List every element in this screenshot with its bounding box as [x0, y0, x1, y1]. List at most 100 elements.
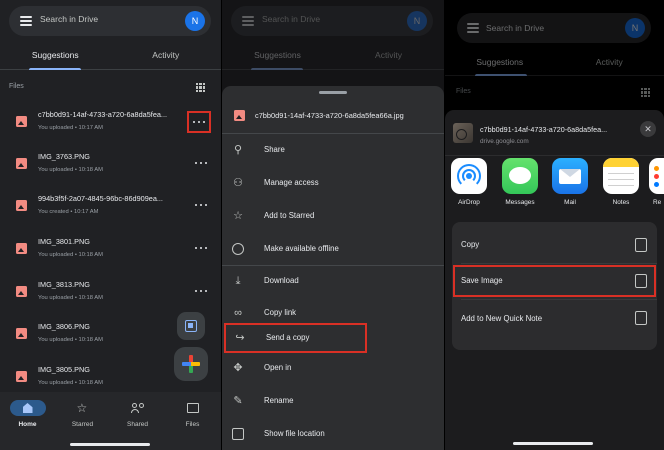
folder-icon [232, 428, 244, 440]
download-icon: ⤓ [235, 275, 241, 287]
file-name: 994b3f5f-2a07-4845-96bc-86d909ea... [38, 194, 163, 203]
menu-add-to-starred[interactable]: ☆ Add to Starred [222, 201, 444, 231]
menu-rename[interactable]: ✎ Rename [222, 386, 444, 416]
more-options-icon[interactable] [195, 157, 207, 169]
star-icon: ☆ [233, 210, 243, 222]
new-button[interactable] [174, 347, 208, 381]
file-row[interactable]: IMG_3763.PNG You uploaded • 10:18 AM [0, 143, 221, 185]
more-options-icon[interactable] [195, 199, 207, 211]
menu-manage-access[interactable]: ⚇ Manage access [222, 168, 444, 198]
file-name: IMG_3801.PNG [38, 237, 90, 246]
file-row[interactable]: IMG_3801.PNG You uploaded • 10:18 AM [0, 228, 221, 270]
star-icon: ☆ [76, 401, 88, 415]
menu-label: Share [264, 145, 285, 154]
app-label: AirDrop [458, 199, 480, 206]
search-input[interactable]: Search in Drive [40, 14, 98, 24]
share-app-airdrop[interactable]: AirDrop [450, 158, 488, 206]
file-row[interactable]: 994b3f5f-2a07-4845-96bc-86d909ea... You … [0, 185, 221, 227]
menu-open-in[interactable]: ✥ Open in [222, 353, 444, 383]
scan-icon [185, 320, 197, 332]
app-label: Re [653, 199, 662, 206]
file-row[interactable]: c7bb0d91-14af-4733-a720-6a8da5fea... You… [0, 101, 221, 143]
file-meta: You uploaded • 10:18 AM [38, 252, 103, 258]
file-meta: You uploaded • 10:18 AM [38, 380, 103, 386]
share-app-reminders[interactable]: Re [648, 158, 664, 206]
menu-icon[interactable] [20, 16, 32, 26]
action-copy[interactable]: Copy [452, 229, 657, 261]
action-add-quick-note[interactable]: Add to New Quick Note [452, 300, 657, 332]
menu-label: Download [264, 276, 299, 285]
tab-suggestions[interactable]: Suggestions [0, 50, 111, 60]
menu-icon [467, 23, 479, 33]
menu-make-offline[interactable]: Make available offline [222, 234, 444, 264]
menu-share[interactable]: ⚲ Share [222, 135, 444, 165]
divider [445, 155, 664, 156]
nav-files[interactable]: Files [165, 400, 220, 428]
nav-starred[interactable]: ☆ Starred [55, 400, 110, 428]
active-tab-indicator [29, 68, 81, 70]
search-input: Search in Drive [486, 23, 545, 33]
file-meta: You uploaded • 10:18 AM [38, 337, 103, 343]
action-save-image[interactable]: Save Image [452, 264, 657, 298]
ios-share-screen: Search in Drive N Suggestions Activity F… [445, 0, 664, 450]
copy-icon [635, 238, 647, 252]
share-file-name: c7bb0d91-14af-4733-a720-6a8da5fea... [480, 125, 608, 134]
menu-send-a-copy[interactable]: ↪ Send a copy [224, 323, 367, 353]
menu-label: Add to Starred [264, 211, 315, 220]
avatar: N [407, 11, 427, 31]
tab-bar: Suggestions Activity [445, 52, 664, 76]
nav-home[interactable]: Home [0, 400, 55, 428]
sheet-file-title: c7bb0d91-14af-4733-a720-6a8da5fea66a.jpg [255, 111, 404, 120]
file-meta: You created • 10:17 AM [38, 209, 99, 215]
share-app-notes[interactable]: Notes [602, 158, 640, 206]
search-input: Search in Drive [262, 14, 321, 24]
home-indicator [513, 442, 593, 445]
menu-show-file-location[interactable]: Show file location [222, 419, 444, 449]
file-meta: You uploaded • 10:18 AM [38, 295, 103, 301]
airdrop-icon [451, 158, 487, 194]
bottom-navigation: Home ☆ Starred Shared Files [0, 392, 221, 450]
image-file-icon [16, 200, 27, 211]
messages-icon [502, 158, 538, 194]
open-in-icon: ✥ [233, 362, 243, 374]
drive-options-screen: Search in Drive N Suggestions Activity c… [222, 0, 444, 450]
more-options-icon[interactable] [195, 285, 207, 297]
search-bar[interactable]: Search in Drive N [9, 6, 211, 36]
file-row[interactable]: IMG_3813.PNG You uploaded • 10:18 AM [0, 271, 221, 313]
share-app-mail[interactable]: Mail [551, 158, 589, 206]
nav-label: Starred [71, 421, 94, 428]
grid-view-icon[interactable] [196, 83, 205, 92]
app-label: Messages [505, 199, 535, 206]
avatar[interactable]: N [185, 11, 205, 31]
image-file-icon [234, 110, 245, 121]
nav-shared[interactable]: Shared [110, 400, 165, 428]
more-options-icon[interactable] [187, 111, 211, 133]
share-sheet: c7bb0d91-14af-4733-a720-6a8da5fea... dri… [445, 110, 664, 450]
file-name: IMG_3813.PNG [38, 280, 90, 289]
file-name: c7bb0d91-14af-4733-a720-6a8da5fea... [38, 110, 168, 119]
action-label: Save Image [461, 276, 503, 285]
tab-activity[interactable]: Activity [111, 50, 222, 60]
notes-icon [603, 158, 639, 194]
action-label: Add to New Quick Note [461, 314, 543, 323]
menu-label: Open in [264, 363, 292, 372]
close-icon[interactable]: ✕ [640, 121, 656, 137]
home-icon [22, 403, 33, 413]
image-file-icon [16, 286, 27, 297]
drag-handle[interactable] [319, 91, 347, 94]
pencil-icon: ✎ [233, 395, 243, 407]
tab-bar: Suggestions Activity [222, 42, 444, 70]
search-bar: Search in Drive N [231, 6, 433, 36]
action-label: Copy [461, 240, 480, 249]
share-app-messages[interactable]: Messages [501, 158, 539, 206]
menu-download[interactable]: ⤓ Download [222, 266, 444, 296]
offline-check-icon [232, 243, 244, 255]
more-options-icon[interactable] [195, 242, 207, 254]
people-icon [130, 403, 145, 413]
tab-suggestions: Suggestions [254, 50, 301, 60]
file-thumbnail [453, 123, 473, 143]
send-arrow-icon: ↪ [235, 332, 245, 344]
menu-icon [242, 16, 254, 26]
scan-button[interactable] [177, 312, 205, 340]
search-bar: Search in Drive N [457, 13, 651, 43]
